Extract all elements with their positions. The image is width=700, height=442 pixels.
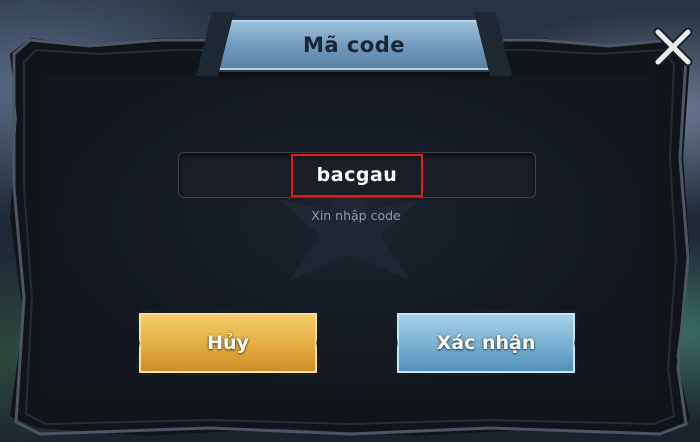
close-x-icon: [653, 27, 693, 67]
code-input-field[interactable]: bacgau: [178, 152, 536, 198]
cancel-button[interactable]: Hủy: [136, 310, 320, 376]
confirm-button[interactable]: Xác nhận: [394, 310, 578, 376]
close-button[interactable]: [652, 26, 694, 68]
code-input-value[interactable]: bacgau: [290, 153, 424, 197]
dialog-title: Mã code: [302, 33, 406, 57]
code-input-hint: Xin nhập code: [311, 208, 401, 223]
dialog-title-plate: Mã code: [216, 18, 492, 72]
